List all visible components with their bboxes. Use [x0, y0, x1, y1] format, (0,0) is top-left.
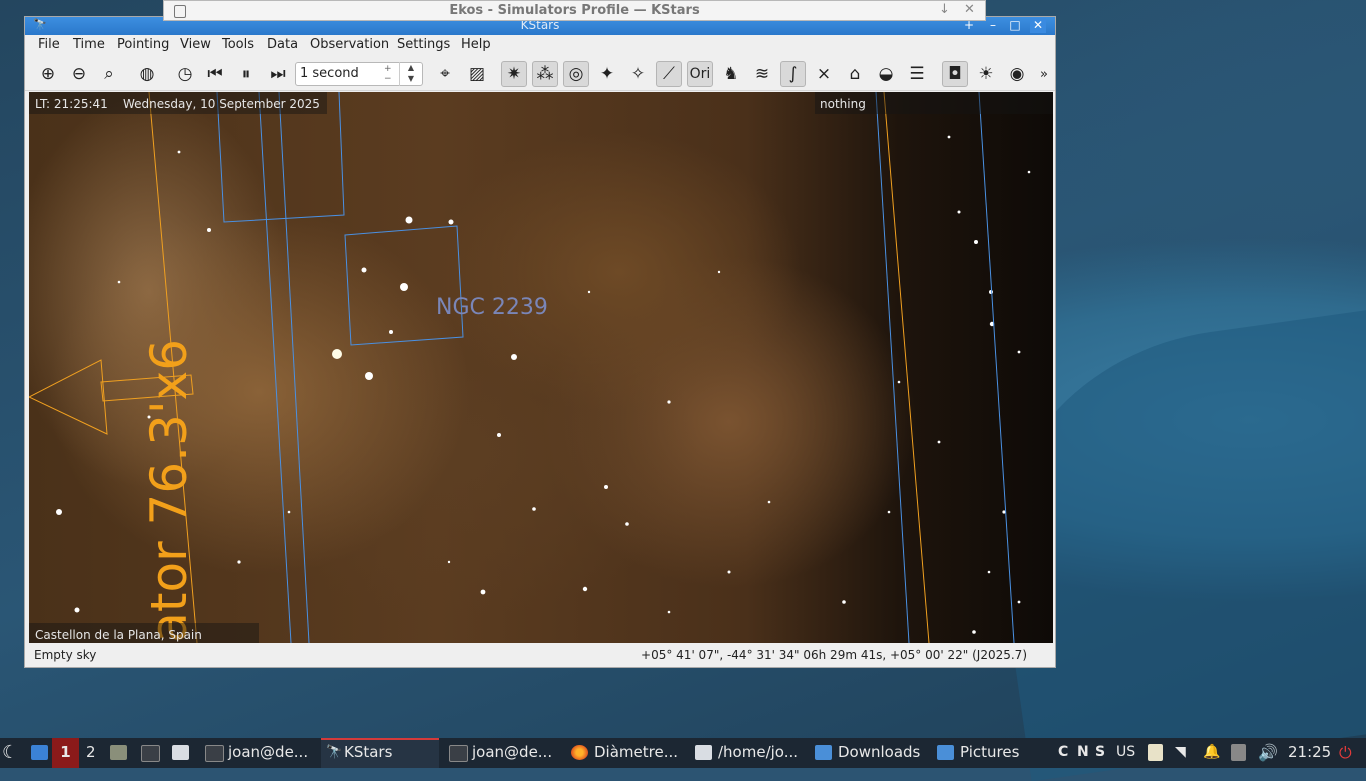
- zoom-fit-icon[interactable]: ⌕: [96, 61, 122, 87]
- file-manager-icon[interactable]: [110, 745, 127, 760]
- stars-icon[interactable]: ✷: [501, 61, 527, 87]
- app-menu-icon[interactable]: ☾: [2, 738, 18, 768]
- task-terminal-1[interactable]: joan@de...: [228, 738, 308, 768]
- ekos-window[interactable]: Ekos - Simulators Profile — KStars ↓ ✕: [163, 0, 986, 21]
- rabbit-icon[interactable]: ♞: [718, 61, 744, 87]
- eye-icon[interactable]: ◉: [1004, 61, 1030, 87]
- keep-below-icon[interactable]: ↓: [939, 2, 950, 17]
- time-step-spinbox[interactable]: 1 second + − ▲ ▼: [295, 62, 423, 86]
- image-icon[interactable]: ▨: [464, 61, 490, 87]
- task-home-folder[interactable]: /home/jo...: [718, 738, 798, 768]
- sky-map[interactable]: LT: 21:25:41 Wednesday, 10 September 202…: [29, 92, 1053, 643]
- taskbar: ☾ 1 2 joan@de... 🔭 KStars joan@de... Dià…: [0, 738, 1366, 768]
- toolbar: ⊕ ⊖ ⌕ ◍ ◷ ⏮ ⏸ ⏭ 1 second + − ▲ ▼ ⌖ ▨ ✷ ⁂ ◎…: [25, 58, 1055, 91]
- workspace-1[interactable]: 1: [52, 738, 79, 768]
- show-desktop-icon[interactable]: [31, 745, 48, 760]
- task-kstars[interactable]: KStars: [344, 738, 392, 768]
- menu-observation[interactable]: Observation: [310, 37, 389, 52]
- firefox-icon: [571, 745, 588, 760]
- menu-file[interactable]: File: [38, 37, 60, 52]
- coordinate-grid: [216, 92, 1015, 643]
- dome-icon[interactable]: ⌂: [842, 61, 868, 87]
- menu-pointing[interactable]: Pointing: [117, 37, 169, 52]
- menu-view[interactable]: View: [180, 37, 211, 52]
- terminal-task-icon: [205, 745, 224, 762]
- menu-settings[interactable]: Settings: [397, 37, 450, 52]
- light-icon[interactable]: ☀: [973, 61, 999, 87]
- num-indicator: N: [1077, 744, 1089, 760]
- skip-forward-icon[interactable]: ⏭: [265, 61, 291, 87]
- menu-bar: File Time Pointing View Tools Data Obser…: [25, 35, 1055, 57]
- satellite-icon[interactable]: ✧: [625, 61, 651, 87]
- mount-icon[interactable]: ◘: [942, 61, 968, 87]
- clipboard-icon[interactable]: [1148, 744, 1163, 761]
- menu-help[interactable]: Help: [461, 37, 491, 52]
- crosshair-icon[interactable]: ⌖: [432, 61, 458, 87]
- deep-sky-icon[interactable]: ⁂: [532, 61, 558, 87]
- local-time: LT: 21:25:41: [35, 97, 108, 111]
- clock-icon[interactable]: ◷: [172, 61, 198, 87]
- list-icon[interactable]: ☰: [904, 61, 930, 87]
- zoom-in-icon[interactable]: ⊕: [35, 61, 61, 87]
- star-field: [56, 135, 1031, 634]
- terminal-task-icon-2: [449, 745, 468, 762]
- ngc-2239-label: NGC 2239: [436, 295, 548, 320]
- location-label: Castellon de la Plana, Spain: [35, 628, 202, 642]
- more-icon[interactable]: »: [1031, 61, 1057, 87]
- close-window-icon[interactable]: ✕: [1030, 18, 1046, 33]
- minimize-icon[interactable]: –: [985, 18, 1001, 33]
- globe-icon[interactable]: ◍: [134, 61, 160, 87]
- kstars-window: 🔭 KStars + – □ ✕ File Time Pointing View…: [24, 16, 1056, 668]
- folder-icon-2: [937, 745, 954, 760]
- power-icon[interactable]: ⏻: [1339, 738, 1352, 768]
- eject-icon[interactable]: [1231, 744, 1246, 761]
- workspace-2[interactable]: 2: [86, 738, 96, 768]
- ecliptic-icon[interactable]: ∫: [780, 61, 806, 87]
- maximize-icon[interactable]: □: [1007, 18, 1023, 33]
- status-coordinates: +05° 41' 07", -44° 31' 34" 06h 29m 41s, …: [641, 648, 1027, 662]
- keyboard-layout[interactable]: US: [1116, 738, 1135, 768]
- task-terminal-2[interactable]: joan@de...: [472, 738, 552, 768]
- status-object: Empty sky: [34, 648, 97, 662]
- milky-way-icon[interactable]: ≋: [749, 61, 775, 87]
- plus-minus-icon[interactable]: + −: [384, 64, 392, 84]
- task-downloads[interactable]: Downloads: [838, 738, 920, 768]
- grid-icon[interactable]: ⨯: [811, 61, 837, 87]
- scroll-indicator: S: [1095, 744, 1106, 760]
- horizon-icon[interactable]: ◒: [873, 61, 899, 87]
- clock[interactable]: 21:25: [1288, 738, 1331, 768]
- task-pictures[interactable]: Pictures: [960, 738, 1019, 768]
- constellation-lines-icon[interactable]: ⟋: [656, 61, 682, 87]
- status-bar: Empty sky +05° 41' 07", -44° 31' 34" 06h…: [25, 645, 1055, 667]
- editor-task-icon: [695, 745, 712, 760]
- current-date: Wednesday, 10 September 2025: [123, 97, 320, 111]
- skip-back-icon[interactable]: ⏮: [202, 61, 228, 87]
- ekos-window-title: Ekos - Simulators Profile — KStars: [449, 3, 700, 18]
- menu-time[interactable]: Time: [73, 37, 105, 52]
- fov-label: nulator 76.3'x6: [140, 338, 198, 643]
- constellation-names-icon[interactable]: Ori: [687, 61, 713, 87]
- kstars-task-icon: 🔭: [326, 745, 343, 760]
- focused-object: nothing: [820, 97, 866, 111]
- target-icon[interactable]: ◎: [563, 61, 589, 87]
- close-icon[interactable]: ✕: [964, 2, 975, 17]
- text-editor-icon[interactable]: [172, 745, 189, 760]
- up-down-arrows-icon[interactable]: ▲ ▼: [399, 62, 422, 86]
- menu-tools[interactable]: Tools: [222, 37, 254, 52]
- caps-indicator: C: [1058, 744, 1069, 760]
- task-firefox[interactable]: Diàmetre...: [594, 738, 678, 768]
- time-step-value: 1 second: [300, 66, 359, 81]
- zoom-out-icon[interactable]: ⊖: [66, 61, 92, 87]
- menu-data[interactable]: Data: [267, 37, 298, 52]
- wifi-icon[interactable]: ◥: [1175, 738, 1186, 768]
- folder-icon: [815, 745, 832, 760]
- bell-icon[interactable]: 🔔: [1203, 738, 1220, 768]
- pause-icon[interactable]: ⏸: [233, 61, 259, 87]
- sparkle-icon[interactable]: ✦: [594, 61, 620, 87]
- terminal-icon[interactable]: [141, 745, 160, 762]
- volume-icon[interactable]: 🔊: [1258, 738, 1278, 768]
